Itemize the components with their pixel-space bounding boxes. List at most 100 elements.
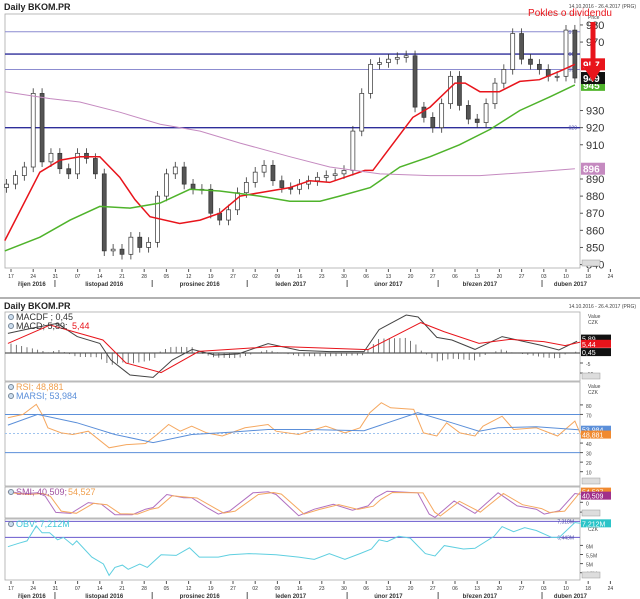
month-label: únor 2017 [374, 282, 403, 288]
candle-down [465, 105, 471, 120]
candle-up [492, 82, 498, 105]
date-tick-label: 27 [230, 274, 236, 280]
candle-up [386, 58, 391, 63]
month-label: březen 2017 [463, 282, 498, 288]
axis-label: 80 [586, 404, 592, 410]
candle-down [181, 166, 187, 185]
date-tick-label: 03 [541, 274, 547, 280]
month-label: březen 2017 [463, 594, 498, 599]
month-label: prosinec 2016 [180, 594, 221, 599]
candle-up [350, 130, 356, 171]
candle-up [332, 173, 338, 176]
month-label: duben 2017 [554, 594, 588, 599]
legend-toggle-icon [8, 314, 14, 320]
lower-chart-title: Daily BKOM.PR [4, 301, 71, 311]
candle-up [110, 248, 116, 252]
date-tick-label: 31 [53, 586, 59, 592]
legend-toggle-icon [8, 323, 14, 329]
date-tick-label: 13 [474, 586, 480, 592]
panel-settings-button[interactable] [581, 477, 601, 485]
date-tick-label: 24 [608, 274, 614, 280]
panel-settings-button[interactable] [581, 571, 601, 579]
candle-up [243, 182, 249, 194]
date-tick-label: 20 [408, 586, 414, 592]
candle-down [430, 117, 436, 128]
date-tick-label: 27 [430, 586, 436, 592]
date-tick-label: 06 [452, 586, 458, 592]
level-label: 7,318M [557, 519, 574, 525]
month-label: leden 2017 [275, 594, 306, 599]
date-tick-label: 05 [164, 274, 170, 280]
candle-up [164, 173, 169, 197]
candle-up [359, 93, 365, 132]
candle-up [21, 166, 27, 176]
candle-up [4, 183, 9, 188]
date-tick-label: 27 [519, 274, 525, 280]
value-box-label: 7,212M [582, 521, 606, 528]
date-tick-label: 06 [363, 274, 369, 280]
candle-up [510, 33, 516, 70]
month-label: říjen 2016 [18, 594, 46, 599]
candle-down [519, 33, 524, 60]
month-label: duben 2017 [554, 282, 588, 288]
legend-entry: MARSI; 53,984 [16, 391, 77, 401]
date-tick-label: 02 [252, 586, 258, 592]
panel-settings-button[interactable] [581, 509, 601, 517]
axis-label: 5,5M [586, 554, 597, 560]
candle-down [572, 29, 578, 79]
candle-down [190, 183, 196, 190]
axis-label: 870 [586, 208, 604, 220]
candle-down [270, 164, 276, 182]
candle-up [554, 75, 560, 78]
date-tick-label: 03 [541, 586, 547, 592]
date-tick-label: 16 [297, 274, 303, 280]
candle-down [474, 118, 480, 123]
candle-down [101, 173, 107, 252]
candle-up [261, 164, 267, 173]
date-tick-label: 20 [408, 274, 414, 280]
date-tick-label: 18 [585, 586, 591, 592]
value-box-label: 0,45 [582, 350, 596, 357]
candle-up [235, 192, 240, 211]
axis-label: 880 [586, 191, 604, 203]
value-box-label: 5,44 [582, 342, 596, 349]
candle-down [537, 63, 542, 70]
candle-up [403, 55, 409, 58]
date-tick-label: 10 [563, 586, 569, 592]
date-tick-label: 17 [8, 586, 14, 592]
date-tick-label: 13 [386, 586, 392, 592]
date-tick-label: 14 [97, 586, 103, 592]
value-box-label: 48,881 [582, 433, 604, 440]
date-tick-label: 28 [141, 274, 147, 280]
candle-down [39, 93, 45, 163]
date-tick-label: 18 [585, 274, 591, 280]
candle-down [279, 180, 285, 188]
date-tick-label: 23 [319, 586, 325, 592]
date-tick-label: 02 [252, 274, 258, 280]
date-tick-label: 07 [75, 586, 81, 592]
stock-chart: Daily BKOM.PR 14.10.2016 - 26.4.2017 (PR… [0, 0, 640, 599]
month-label: listopad 2016 [85, 282, 124, 288]
axis-label: 5M [586, 563, 593, 569]
date-tick-label: 20 [497, 274, 503, 280]
panel-settings-button[interactable] [581, 372, 601, 380]
candle-down [66, 168, 72, 175]
axis-label: 6M [586, 544, 593, 550]
date-tick-label: 16 [297, 586, 303, 592]
candle-up [30, 93, 36, 168]
value-box-label: 896 [583, 165, 600, 176]
date-tick-label: 13 [386, 274, 392, 280]
legend-entry: OBV; 7,212M [16, 519, 70, 529]
panel-settings-button[interactable] [581, 259, 601, 267]
candle-up [315, 176, 320, 182]
date-tick-label: 09 [275, 586, 281, 592]
month-label: prosinec 2016 [180, 282, 221, 288]
month-label: říjen 2016 [18, 282, 46, 288]
candle-up [172, 166, 178, 175]
legend-entry: MACD; 5,89; [16, 321, 68, 331]
date-tick-label: 24 [30, 586, 36, 592]
candle-up [48, 152, 54, 163]
candle-up [252, 171, 258, 183]
date-tick-label: 27 [230, 586, 236, 592]
axis-label: 860 [586, 225, 604, 237]
